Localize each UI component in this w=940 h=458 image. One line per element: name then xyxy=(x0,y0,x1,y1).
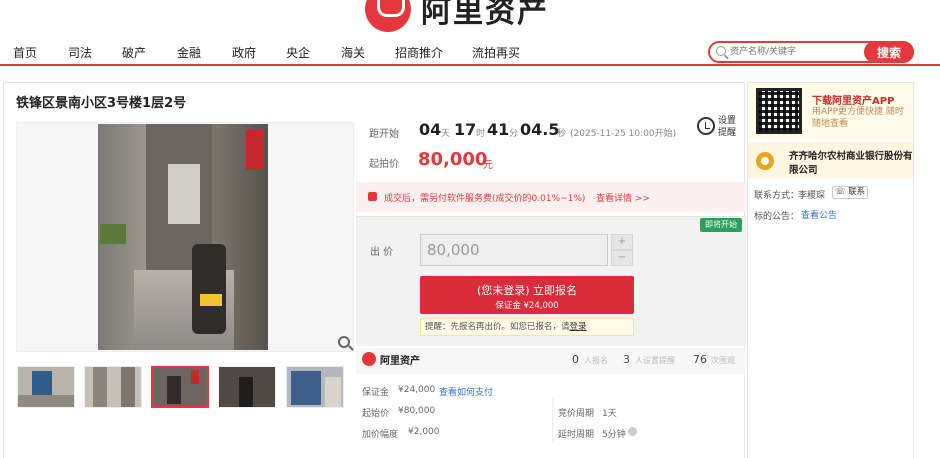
nav-item-bankruptcy[interactable]: 破产 xyxy=(122,44,146,61)
thumbnail-4[interactable] xyxy=(218,366,276,408)
nav-item-home[interactable]: 首页 xyxy=(13,44,37,61)
nav-item-judicial[interactable]: 司法 xyxy=(68,44,92,61)
view-label: 次围观 xyxy=(711,356,735,365)
start-label: 起始价 xyxy=(362,409,390,419)
logo-text: 阿里资产 xyxy=(421,0,549,30)
price-unit: 元 xyxy=(483,160,493,171)
reminder-label: 人设置提醒 xyxy=(635,356,675,365)
countdown-seconds-unit: 秒 xyxy=(557,129,567,139)
detail-divider xyxy=(552,398,553,442)
thumbnail-3[interactable] xyxy=(151,366,209,408)
announcement-link[interactable]: 查看公告 xyxy=(801,208,837,221)
search-icon xyxy=(716,46,726,56)
site-logo[interactable]: 阿里资产 xyxy=(365,0,549,32)
bid-amount-input[interactable]: 80,000 xyxy=(420,234,608,266)
bank-logo-icon xyxy=(756,152,774,170)
start-value: ¥80,000 xyxy=(398,406,436,416)
notice-icon xyxy=(368,192,377,201)
app-download-title[interactable]: 下载阿里资产APP xyxy=(812,92,894,107)
qr-code xyxy=(756,88,802,134)
countdown-minutes: 41 xyxy=(487,120,510,139)
applicant-label: 人报名 xyxy=(584,356,608,365)
countdown-seconds: 04.5 xyxy=(520,120,560,139)
contact-name: 李稷琛 xyxy=(798,191,826,201)
countdown-label: 距开始 xyxy=(369,129,399,140)
login-tip: 提醒：先报名再出价。如您已报名，请登录 xyxy=(420,318,634,336)
login-tip-text: 提醒：先报名再出价。如您已报名，请 xyxy=(425,322,570,332)
nav-item-customs[interactable]: 海关 xyxy=(341,44,365,61)
status-badge: 即将开始 xyxy=(700,218,742,232)
zoom-icon[interactable] xyxy=(338,336,350,348)
nav-item-investment[interactable]: 招商推介 xyxy=(395,44,443,61)
login-link[interactable]: 登录 xyxy=(570,322,587,332)
search-input[interactable] xyxy=(730,44,850,60)
contact-button-label: 联系 xyxy=(848,187,866,197)
nav-item-government[interactable]: 政府 xyxy=(232,44,256,61)
deposit-value: ¥24,000 xyxy=(398,385,436,395)
countdown-hours: 17 xyxy=(454,120,477,139)
cycle-label: 竞价周期 xyxy=(558,409,595,419)
countdown-days: 04 xyxy=(419,120,442,139)
lot-title: 铁锋区景南小区3号楼1层2号 xyxy=(16,96,187,111)
thumbnail-1[interactable] xyxy=(17,366,75,408)
view-count: 76 xyxy=(693,353,707,366)
increment-value: ¥2,000 xyxy=(408,427,440,437)
nav-item-finance[interactable]: 金融 xyxy=(177,44,201,61)
search-button[interactable]: 搜索 xyxy=(864,41,914,63)
main-photo[interactable] xyxy=(98,124,268,350)
search-box: 搜索 xyxy=(708,41,914,63)
decrease-bid-button[interactable]: − xyxy=(611,250,633,266)
cycle-value: 1天 xyxy=(602,409,617,419)
set-reminder-button[interactable]: 设置提醒 xyxy=(718,115,742,139)
delay-label: 延时周期 xyxy=(558,430,595,440)
contact-button[interactable]: ☏ 联系 xyxy=(832,186,868,199)
bank-name[interactable]: 齐齐哈尔农村商业银行股份有限公司 xyxy=(789,150,913,178)
register-button[interactable]: (您未登录) 立即报名 保证金 ¥24,000 xyxy=(420,276,634,314)
countdown-days-unit: 天 xyxy=(441,129,451,139)
app-download-desc: 用APP更方便快捷 随时随地查看 xyxy=(812,107,904,129)
fee-details-link[interactable]: 查看详情 >> xyxy=(596,191,650,204)
start-price: 80,000 xyxy=(418,149,488,170)
bid-label: 出 价 xyxy=(370,247,394,258)
nav-item-relisting[interactable]: 流拍再买 xyxy=(472,44,520,61)
fee-notice-text: 成交后，需另付软件服务费(成交价的0.01%~1%) xyxy=(384,194,586,204)
increase-bid-button[interactable]: + xyxy=(611,234,633,250)
nav-item-central-soe[interactable]: 央企 xyxy=(286,44,310,61)
main-nav: 首页 司法 破产 金融 政府 央企 海关 招商推介 流拍再买 搜索 xyxy=(0,38,940,66)
stats-brand-name: 阿里资产 xyxy=(380,356,420,367)
fee-notice: 成交后，需另付软件服务费(成交价的0.01%~1%) 查看详情 >> xyxy=(356,182,746,212)
start-price-label: 起拍价 xyxy=(369,159,399,170)
applicant-count: 0 xyxy=(572,353,579,366)
payment-guide-link[interactable]: 查看如何支付 xyxy=(439,385,493,398)
alarm-clock-icon[interactable] xyxy=(697,117,715,135)
start-datetime: (2025-11-25 10:00开始) xyxy=(570,129,677,139)
announcement-label: 标的公告： xyxy=(754,212,800,222)
reminder-count: 3 xyxy=(623,353,630,366)
register-deposit: 保证金 ¥24,000 xyxy=(495,301,559,311)
countdown-minutes-unit: 分 xyxy=(509,129,519,139)
countdown-hours-unit: 时 xyxy=(476,129,486,139)
logo-icon xyxy=(365,0,411,32)
info-icon[interactable] xyxy=(628,427,637,436)
contact-label: 联系方式： xyxy=(754,191,800,201)
deposit-label: 保证金 xyxy=(362,388,390,398)
register-button-label: (您未登录) 立即报名 xyxy=(476,284,578,297)
delay-value: 5分钟 xyxy=(602,430,626,440)
increment-label: 加价幅度 xyxy=(362,430,399,440)
thumbnail-2[interactable] xyxy=(84,366,142,408)
brand-icon xyxy=(362,352,376,366)
thumbnail-5[interactable] xyxy=(286,366,344,408)
